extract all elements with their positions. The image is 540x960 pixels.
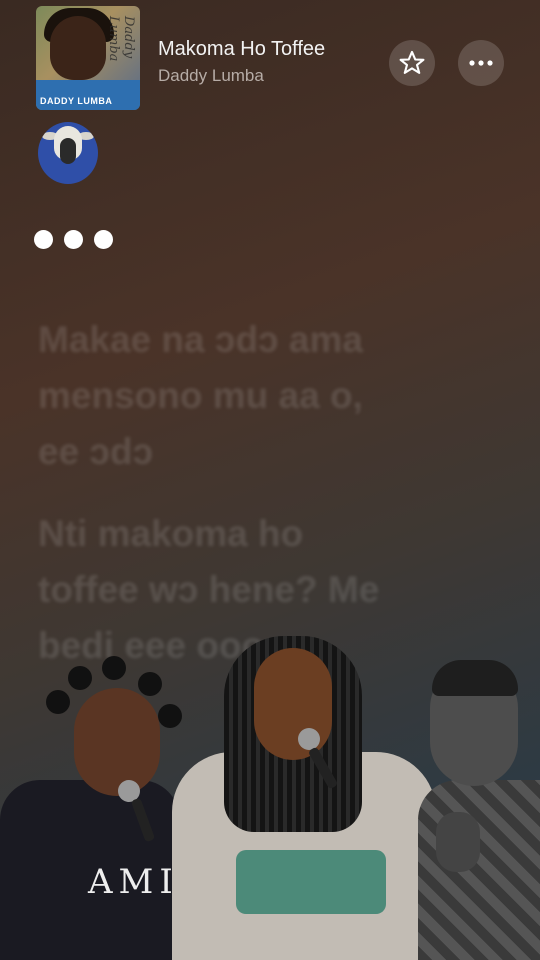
album-artist-face (50, 16, 106, 80)
lyric-line[interactable]: mensono mu aa o, (38, 368, 508, 424)
hair-bun (102, 656, 126, 680)
album-artwork[interactable]: Daddy Lumba DADDY LUMBA (36, 6, 140, 110)
performers-overlay-image: AMIRI (0, 630, 540, 960)
microphone-icon (298, 728, 320, 750)
lyric-line[interactable]: Nti makoma ho (38, 506, 508, 562)
channel-logo (38, 122, 98, 184)
star-icon (399, 50, 425, 74)
lyrics-panel[interactable]: Makae na ɔdɔ ama mensono mu aa o, ee ɔdɔ… (38, 312, 508, 674)
performer-right-body (418, 780, 540, 960)
performer-center-head (254, 648, 332, 760)
hair-bun (158, 704, 182, 728)
performer-right-hair (432, 660, 518, 696)
ellipsis-icon (469, 60, 493, 66)
hair-bun (46, 690, 70, 714)
track-title: Makoma Ho Toffee (158, 38, 326, 60)
shirt-print (236, 850, 386, 914)
hair-bun (68, 666, 92, 690)
loading-dot (64, 230, 83, 249)
lyric-line[interactable]: Makae na ɔdɔ ama (38, 312, 508, 368)
favorite-button[interactable] (389, 40, 435, 86)
performer-right-hand (436, 812, 480, 872)
loading-dot (34, 230, 53, 249)
lyric-line[interactable]: toffee wɔ hene? Me (38, 562, 508, 618)
loading-dot (94, 230, 113, 249)
lyric-stanza-gap (38, 480, 508, 506)
album-label: DADDY LUMBA (40, 96, 113, 106)
lyrics-loading-indicator (34, 230, 113, 249)
track-artist[interactable]: Daddy Lumba (158, 66, 264, 86)
sheep-face-icon (60, 138, 76, 164)
performer-left-head (74, 688, 160, 796)
more-options-button[interactable] (458, 40, 504, 86)
hair-bun (138, 672, 162, 696)
lyric-line[interactable]: ee ɔdɔ (38, 424, 508, 480)
album-script-text: Daddy Lumba (106, 16, 136, 62)
